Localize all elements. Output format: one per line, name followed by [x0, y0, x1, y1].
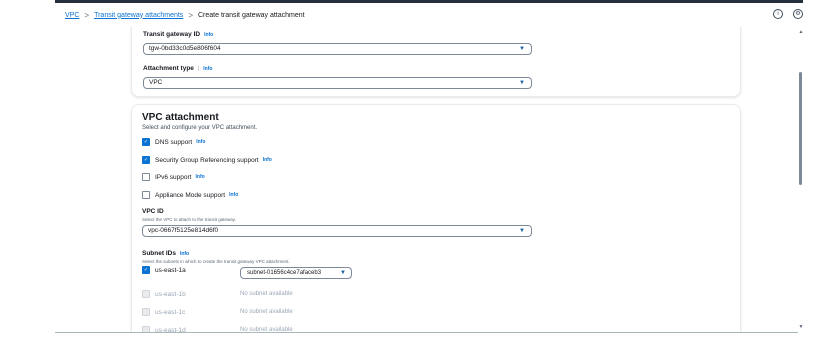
- tgw-id-label: Transit gateway ID Info: [143, 31, 214, 38]
- subnet-ids-description: Select the subnets in which to create th…: [142, 259, 290, 264]
- breadcrumb-separator: >: [84, 10, 90, 20]
- ipv6-support-option[interactable]: IPv6 support Info: [142, 173, 205, 181]
- no-subnet-text: No subnet available: [240, 291, 293, 297]
- caret-down-icon: ▼: [519, 80, 525, 86]
- dns-info-link[interactable]: Info: [196, 139, 205, 145]
- attachment-type-select[interactable]: VPC ▼: [143, 77, 532, 89]
- attachment-type-info-link[interactable]: Info: [203, 66, 212, 72]
- checkbox-checked-icon[interactable]: ✓: [142, 156, 150, 164]
- scroll-up-icon[interactable]: ▲: [797, 29, 805, 35]
- tgw-id-select[interactable]: tgw-0bd33c0d5e806f604 ▼: [143, 43, 532, 55]
- dns-support-option[interactable]: ✓ DNS support Info: [142, 138, 205, 146]
- details-panel: Transit gateway ID Info tgw-0bd33c0d5e806…: [131, 27, 741, 97]
- vpc-attachment-panel: VPC attachment Select and configure your…: [131, 104, 741, 333]
- breadcrumb-current: Create transit gateway attachment: [197, 11, 305, 19]
- no-subnet-text: No subnet available: [240, 327, 293, 333]
- subnet-row-us-east-1a[interactable]: ✓ us-east-1a: [142, 266, 186, 274]
- subnet-ids-label: Subnet IDs Info: [142, 250, 190, 257]
- breadcrumb-separator: >: [188, 10, 193, 20]
- vpc-id-label: VPC ID: [142, 208, 164, 215]
- checkbox-checked-icon[interactable]: ✓: [142, 138, 150, 146]
- subnet-select-us-east-1a[interactable]: subnet-01656c4ce7afaceb3 ▼: [240, 267, 352, 279]
- appliance-info-link[interactable]: Info: [229, 192, 238, 198]
- header-icons: i ⚙: [773, 9, 803, 19]
- checkbox-checked-icon[interactable]: ✓: [142, 266, 150, 274]
- breadcrumb-vpc[interactable]: VPC: [65, 12, 79, 19]
- checkbox-unchecked-icon[interactable]: [142, 173, 150, 181]
- sg-referencing-option[interactable]: ✓ Security Group Referencing support Info: [142, 156, 272, 164]
- subnet-row-us-east-1c: us-east-1c: [142, 308, 185, 316]
- subnet-row-us-east-1d: us-east-1d: [142, 326, 186, 332]
- breadcrumb: VPC > Transit gateway attachments > Crea…: [55, 3, 803, 27]
- no-subnet-text: No subnet available: [240, 309, 293, 315]
- appliance-mode-option[interactable]: Appliance Mode support Info: [142, 191, 238, 199]
- vpc-attachment-heading: VPC attachment: [142, 112, 219, 123]
- sg-info-link[interactable]: Info: [263, 157, 272, 163]
- scroll-down-icon[interactable]: ▼: [797, 324, 805, 330]
- caret-down-icon: ▼: [519, 46, 525, 52]
- ipv6-info-link[interactable]: Info: [196, 174, 205, 180]
- subnet-info-link[interactable]: Info: [180, 251, 189, 257]
- settings-circle-icon[interactable]: ⚙: [793, 9, 803, 19]
- breadcrumb-transit-gateway-attachments[interactable]: Transit gateway attachments: [94, 12, 183, 19]
- checkbox-disabled-icon: [142, 290, 150, 298]
- attachment-type-label: Attachment type | Info: [143, 65, 213, 72]
- vpc-id-select[interactable]: vpc-0667f5125e814d6f0 ▼: [142, 225, 532, 237]
- vpc-attachment-description: Select and configure your VPC attachment…: [142, 125, 258, 131]
- vpc-id-description: Select the VPC to attach to the transit …: [142, 217, 236, 222]
- checkbox-disabled-icon: [142, 308, 150, 316]
- scrollbar-thumb[interactable]: [799, 72, 802, 185]
- vertical-scrollbar[interactable]: ▲ ▼: [797, 27, 805, 332]
- subnet-row-us-east-1b: us-east-1b: [142, 290, 186, 298]
- tgw-info-link[interactable]: Info: [204, 32, 213, 38]
- main-content: Transit gateway ID Info tgw-0bd33c0d5e806…: [55, 27, 798, 333]
- checkbox-disabled-icon: [142, 326, 150, 332]
- caret-down-icon: ▼: [519, 228, 525, 234]
- info-circle-icon[interactable]: i: [773, 9, 783, 19]
- checkbox-unchecked-icon[interactable]: [142, 191, 150, 199]
- caret-down-icon: ▼: [340, 270, 346, 276]
